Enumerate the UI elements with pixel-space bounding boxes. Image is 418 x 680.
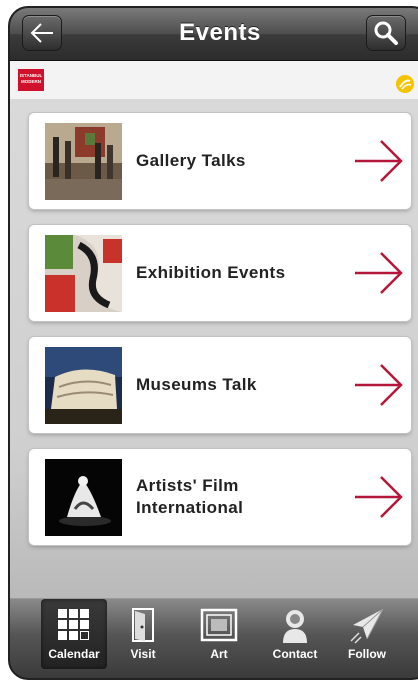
frame-icon xyxy=(200,608,238,642)
search-icon xyxy=(374,21,398,45)
turkcell-badge-icon xyxy=(396,75,414,93)
tab-label: Art xyxy=(210,647,228,661)
tab-label: Contact xyxy=(272,647,318,661)
museums-talk-thumbnail xyxy=(45,347,122,424)
arrow-left-icon xyxy=(30,23,53,43)
tab-label: Visit xyxy=(130,647,156,661)
arrow-right-icon xyxy=(355,364,403,406)
phone-frame: Events ISTANBUL MODERN Gallery Talks Exh… xyxy=(8,6,418,680)
brand-bar: ISTANBUL MODERN xyxy=(10,61,418,99)
arrow-right-icon xyxy=(355,476,403,518)
person-icon xyxy=(283,610,307,643)
arrow-right-icon xyxy=(355,140,403,182)
tab-label: Follow xyxy=(348,647,386,661)
event-label: Exhibition Events xyxy=(136,263,286,282)
tab-contact[interactable]: Contact xyxy=(262,599,328,669)
tab-label: Calendar xyxy=(48,647,100,661)
event-card-gallery-talks[interactable]: Gallery Talks xyxy=(29,113,411,209)
artists-film-thumbnail xyxy=(45,459,122,536)
event-label: Gallery Talks xyxy=(136,151,246,170)
event-card-exhibition-events[interactable]: Exhibition Events xyxy=(29,225,411,321)
exhibition-events-thumbnail xyxy=(45,235,122,312)
door-icon xyxy=(132,608,154,642)
tab-visit[interactable]: Visit xyxy=(110,599,176,669)
tab-calendar[interactable]: Calendar xyxy=(41,599,107,669)
logo-line-2: MODERN xyxy=(21,79,41,84)
search-button[interactable] xyxy=(366,15,406,51)
calendar-grid-icon xyxy=(58,609,89,640)
tab-art[interactable]: Art xyxy=(186,599,252,669)
paper-plane-icon xyxy=(350,608,384,644)
event-label: Museums Talk xyxy=(136,375,257,394)
istanbul-modern-logo: ISTANBUL MODERN xyxy=(18,69,44,91)
page-title: Events xyxy=(179,19,261,46)
events-list: Gallery Talks Exhibition Events Museums … xyxy=(10,99,418,599)
event-label: Artists' Film International xyxy=(136,476,244,517)
event-card-artists-film[interactable]: Artists' Film International xyxy=(29,449,411,545)
event-card-museums-talk[interactable]: Museums Talk xyxy=(29,337,411,433)
title-bar: Events xyxy=(10,8,418,61)
tab-bar: Calendar Visit Art Contact Follow xyxy=(10,598,418,678)
arrow-right-icon xyxy=(355,252,403,294)
gallery-talks-thumbnail xyxy=(45,123,122,200)
back-button[interactable] xyxy=(22,15,62,51)
tab-follow[interactable]: Follow xyxy=(334,599,400,669)
